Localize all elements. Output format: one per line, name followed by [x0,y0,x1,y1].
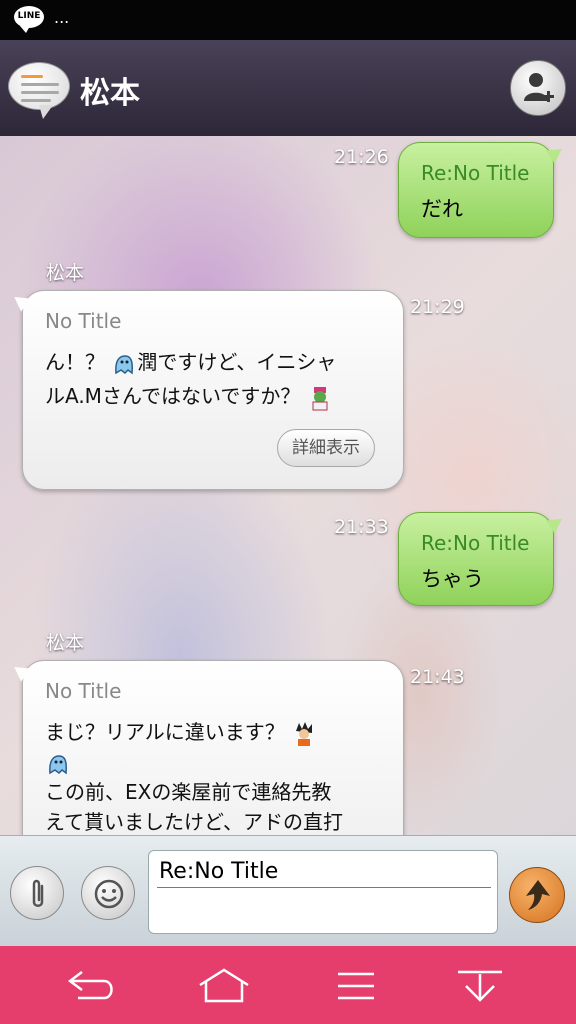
message-line: この前、EXの楽屋前で連絡先教 [45,780,332,804]
add-friend-icon [524,73,554,102]
message-subject: Re:No Title [421,531,530,555]
character-emoji-icon [312,386,328,410]
menu-icon[interactable] [328,968,384,1004]
message-line: ん！？ [45,350,105,374]
outgoing-message[interactable]: Re:No Title ちゃう [398,512,554,606]
notification-more: ... [54,8,70,27]
sender-name: 松本 [46,262,85,284]
message-subject: Re:No Title [421,161,530,185]
message-line: えて貰いましたけど、アドの直打 [45,810,343,834]
sticker-button[interactable] [81,866,135,920]
detail-view-button[interactable]: 詳細表示 [277,429,375,467]
goku-emoji-icon [296,721,313,746]
message-input[interactable]: Re:No Title [148,850,498,934]
smiley-icon [94,879,124,909]
message-subject: No Title [45,309,122,333]
incoming-message[interactable]: No Title まじ？リアルに違います？ この前、EXの楽屋前で連絡先教 えて… [22,660,404,835]
incoming-message[interactable]: No Title ん！？ 潤ですけど、イニシャ ルA.Mさんではないですか？ 詳… [22,290,404,490]
message-input-value: Re:No Title [159,859,279,884]
attach-button[interactable] [10,866,64,920]
outgoing-message[interactable]: Re:No Title だれ [398,142,554,238]
message-time: 21:29 [410,296,465,318]
message-time: 21:26 [334,146,389,168]
navigation-bar [0,946,576,1024]
chat-bubble-icon[interactable] [8,62,70,119]
ghost-emoji-icon [49,754,67,774]
chat-header: 松本 [0,40,576,136]
back-icon[interactable] [64,968,120,1004]
message-time: 21:43 [410,666,465,688]
chat-area[interactable]: 21:26 Re:No Title だれ 松本 No Title ん！？ 潤です… [0,136,576,835]
send-icon [526,880,550,910]
home-icon[interactable] [196,968,252,1004]
paperclip-icon [32,879,44,907]
hide-keyboard-icon[interactable] [452,968,508,1004]
status-bar: LINE ... [0,0,576,40]
chat-title: 松本 [80,76,140,111]
add-friend-button[interactable] [510,60,566,116]
message-line: まじ？リアルに違います？ [45,720,285,744]
sender-name: 松本 [46,632,85,654]
ghost-emoji-icon [115,354,134,374]
message-composer: Re:No Title [0,835,576,946]
line-logo-icon: LINE [14,6,44,33]
message-time: 21:33 [334,516,389,538]
message-body: だれ [421,197,463,221]
message-line: ルA.Mさんではないですか？ [45,384,301,408]
message-line: 潤ですけど、イニシャ [137,350,337,374]
message-body: ちゃう [421,567,484,591]
message-subject: No Title [45,679,122,703]
send-button[interactable] [509,867,565,923]
